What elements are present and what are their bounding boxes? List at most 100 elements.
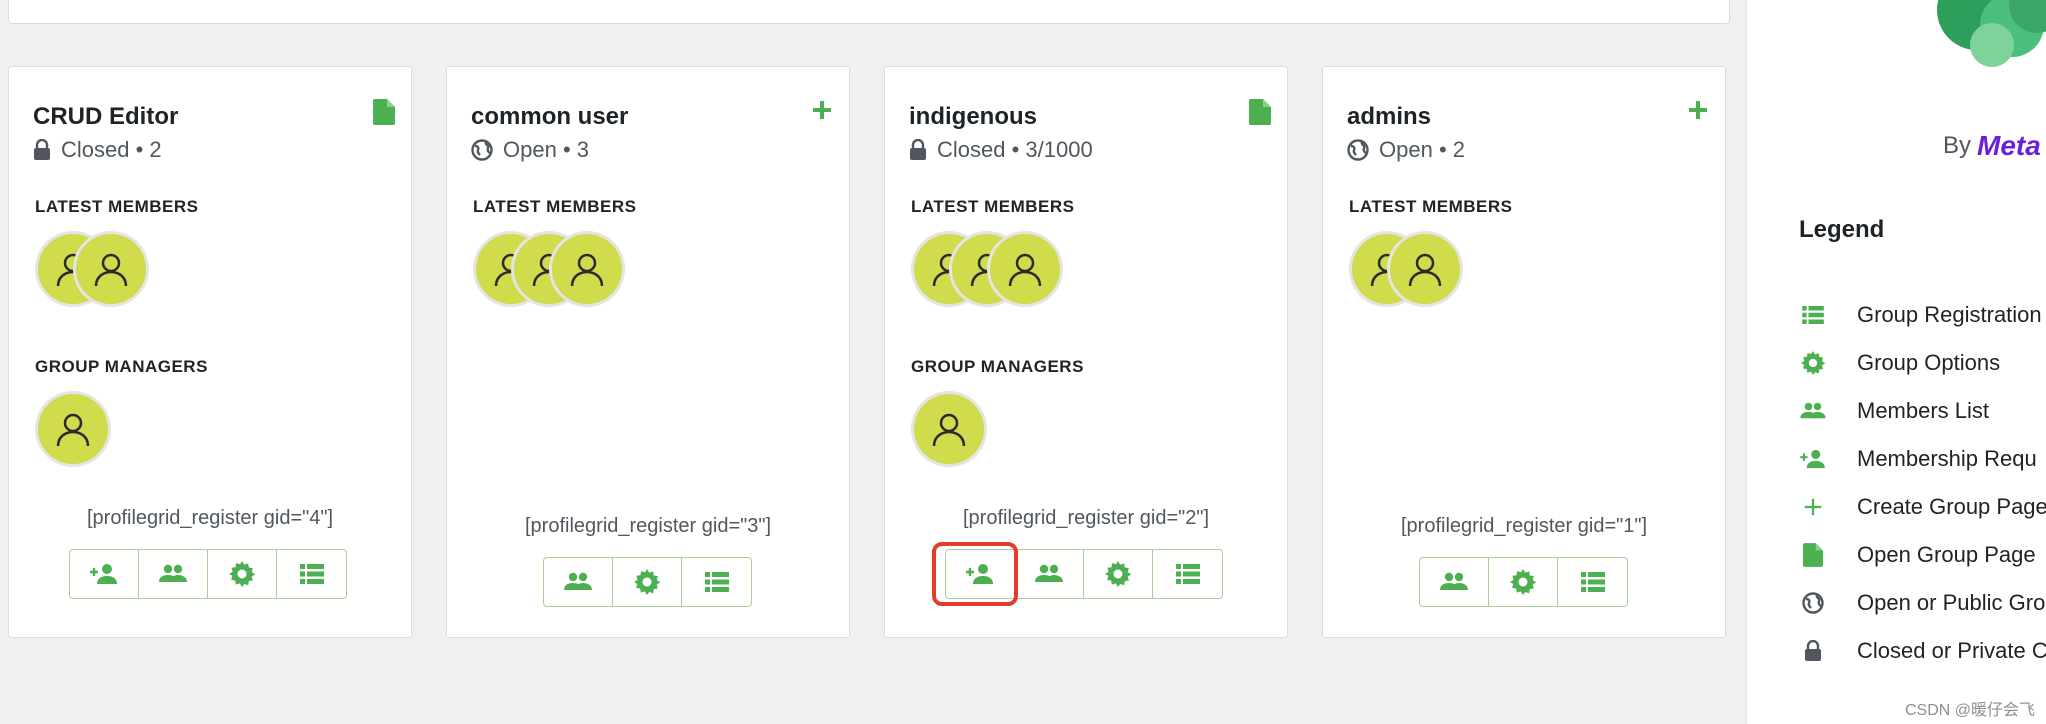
avatar[interactable] (73, 231, 149, 307)
globe-icon (1347, 139, 1369, 161)
group-meta: Open • 2 (1347, 137, 1465, 163)
legend-label: Members List (1857, 398, 1990, 423)
group-meta: Closed • 2 (33, 137, 162, 163)
plus-icon (1799, 497, 1827, 517)
avatar[interactable] (35, 391, 111, 467)
group-actions (543, 557, 752, 607)
members-list-button[interactable] (1015, 550, 1084, 598)
legend-item-open-group-page: Open Group Page (1799, 540, 2036, 570)
legend-item-members-list: Members List (1799, 396, 1989, 426)
shortcode-text: [profilegrid_register gid="1"] (1401, 515, 1647, 537)
by-text: By (1943, 132, 1972, 159)
people-icon (1035, 564, 1063, 582)
shortcode-text: [profilegrid_register gid="3"] (525, 515, 771, 537)
gear-icon (1105, 561, 1131, 587)
latest-members-label: LATEST MEMBERS (473, 197, 637, 216)
legend-item-create-group-page: Create Group Page (1799, 492, 2046, 522)
group-options-button[interactable] (1084, 550, 1153, 598)
group-meta: Open • 3 (471, 137, 589, 163)
group-managers-label: GROUP MANAGERS (911, 357, 1084, 376)
watermark-text: CSDN @暖仔会飞 (1904, 702, 2035, 719)
avatar[interactable] (911, 391, 987, 467)
group-registration-button[interactable] (1153, 550, 1222, 598)
group-count: 2 (1452, 137, 1466, 162)
file-icon[interactable] (1249, 99, 1271, 130)
gear-icon (634, 569, 660, 595)
gear-icon (1510, 569, 1536, 595)
latest-members-label: LATEST MEMBERS (1349, 197, 1513, 216)
group-registration-button[interactable] (1558, 558, 1627, 606)
members-list-button[interactable] (1420, 558, 1489, 606)
person-add-icon (1799, 449, 1827, 469)
lock-icon (910, 139, 926, 160)
globe-icon (1799, 592, 1827, 614)
plus-icon[interactable] (811, 99, 833, 126)
plus-icon[interactable] (1687, 99, 1709, 126)
group-title[interactable]: indigenous (909, 103, 1037, 131)
latest-members-label: LATEST MEMBERS (911, 197, 1075, 216)
lock-icon (1799, 640, 1827, 662)
legend-label: Create Group Page (1857, 494, 2046, 519)
brand-name: Meta (1977, 130, 2041, 161)
group-registration-button[interactable] (277, 550, 346, 598)
gear-icon (1799, 351, 1827, 375)
list-icon (1799, 306, 1827, 324)
group-status: Closed (61, 137, 130, 162)
group-card-crud-editor: CRUD Editor Closed • 2 LATEST MEMBERS GR… (8, 66, 412, 638)
members-list-button[interactable] (139, 550, 208, 598)
legend-label: Open Group Page (1857, 542, 2036, 567)
avatar[interactable] (1387, 231, 1463, 307)
group-card-common-user: common user Open • 3 LATEST MEMBERS [pro… (446, 66, 850, 638)
legend-item-group-registration: Group Registration (1799, 300, 2042, 330)
shortcode-text: [profilegrid_register gid="4"] (87, 507, 333, 529)
group-actions (1419, 557, 1628, 607)
avatar[interactable] (549, 231, 625, 307)
group-card-admins: admins Open • 2 LATEST MEMBERS [profileg… (1322, 66, 1726, 638)
people-icon (1440, 572, 1468, 590)
group-status: Open (503, 137, 557, 162)
group-title[interactable]: common user (471, 103, 628, 131)
group-count: 3/1000 (1025, 137, 1093, 162)
group-title[interactable]: CRUD Editor (33, 103, 178, 131)
person-add-icon (90, 564, 117, 584)
avatar[interactable] (987, 231, 1063, 307)
legend-item-membership-requests: Membership Requ (1799, 444, 2037, 474)
legend-label: Membership Requ (1857, 446, 2037, 471)
file-icon[interactable] (373, 99, 395, 130)
group-count: 3 (576, 137, 590, 162)
group-meta: Closed • 3/1000 (909, 137, 1093, 163)
legend-item-closed-private-group: Closed or Private C (1799, 636, 2046, 666)
legend-sidebar: By Meta Legend Group Registration Group … (1746, 0, 2046, 724)
members-list-button[interactable] (544, 558, 613, 606)
gear-icon (229, 561, 255, 587)
group-options-button[interactable] (208, 550, 277, 598)
file-icon (1799, 543, 1827, 567)
membership-requests-button[interactable] (70, 550, 139, 598)
lock-icon (34, 139, 50, 160)
top-panel (8, 0, 1730, 24)
legend-label: Closed or Private C (1857, 638, 2046, 663)
group-status: Open (1379, 137, 1433, 162)
metagauss-logo (1917, 0, 2046, 95)
list-icon (299, 564, 324, 584)
latest-members-label: LATEST MEMBERS (35, 197, 199, 216)
legend-label: Group Registration (1857, 302, 2042, 327)
shortcode-text: [profilegrid_register gid="2"] (963, 507, 1209, 529)
group-count: 2 (149, 137, 162, 162)
group-title[interactable]: admins (1347, 103, 1431, 131)
legend-item-open-public-group: Open or Public Gro (1799, 588, 2045, 618)
by-meta-brand: By Meta (1943, 130, 2041, 162)
list-icon (1580, 572, 1605, 592)
people-icon (159, 564, 187, 582)
people-icon (1799, 402, 1827, 420)
list-icon (1175, 564, 1200, 584)
group-options-button[interactable] (613, 558, 682, 606)
group-options-button[interactable] (1489, 558, 1558, 606)
group-registration-button[interactable] (682, 558, 751, 606)
highlight-box (932, 542, 1018, 606)
legend-title: Legend (1799, 216, 1885, 243)
legend-label: Group Options (1857, 350, 2001, 375)
group-managers-label: GROUP MANAGERS (35, 357, 208, 376)
group-status: Closed (937, 137, 1006, 162)
legend-label: Open or Public Gro (1857, 590, 2046, 615)
